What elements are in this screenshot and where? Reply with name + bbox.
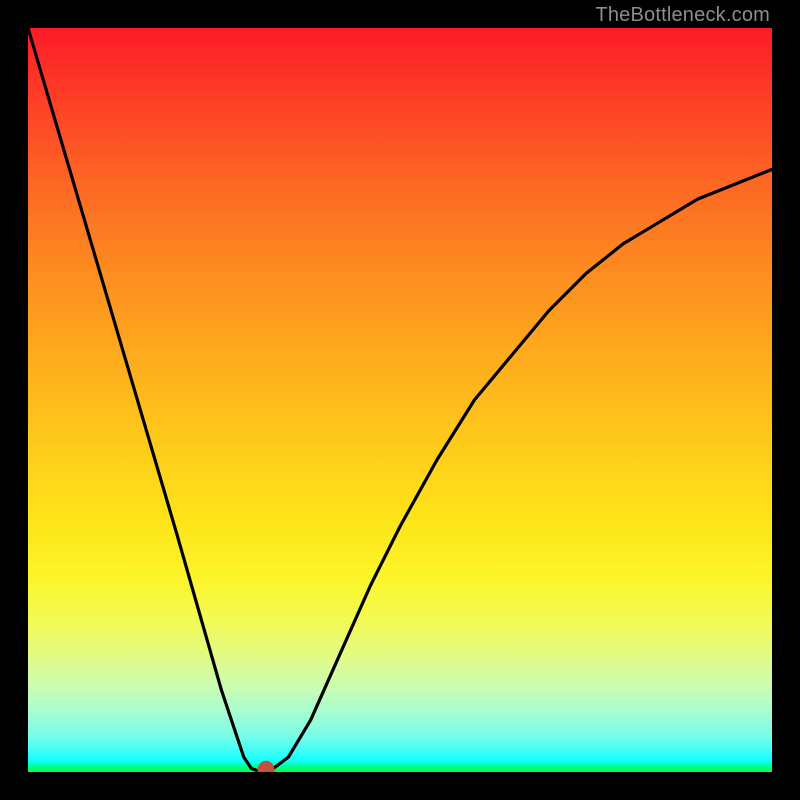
bottleneck-curve-line	[28, 28, 772, 771]
optimum-marker	[258, 761, 274, 772]
chart-frame: TheBottleneck.com	[0, 0, 800, 800]
chart-svg	[28, 28, 772, 772]
chart-plot-area	[28, 28, 772, 772]
watermark-text: TheBottleneck.com	[595, 4, 770, 27]
